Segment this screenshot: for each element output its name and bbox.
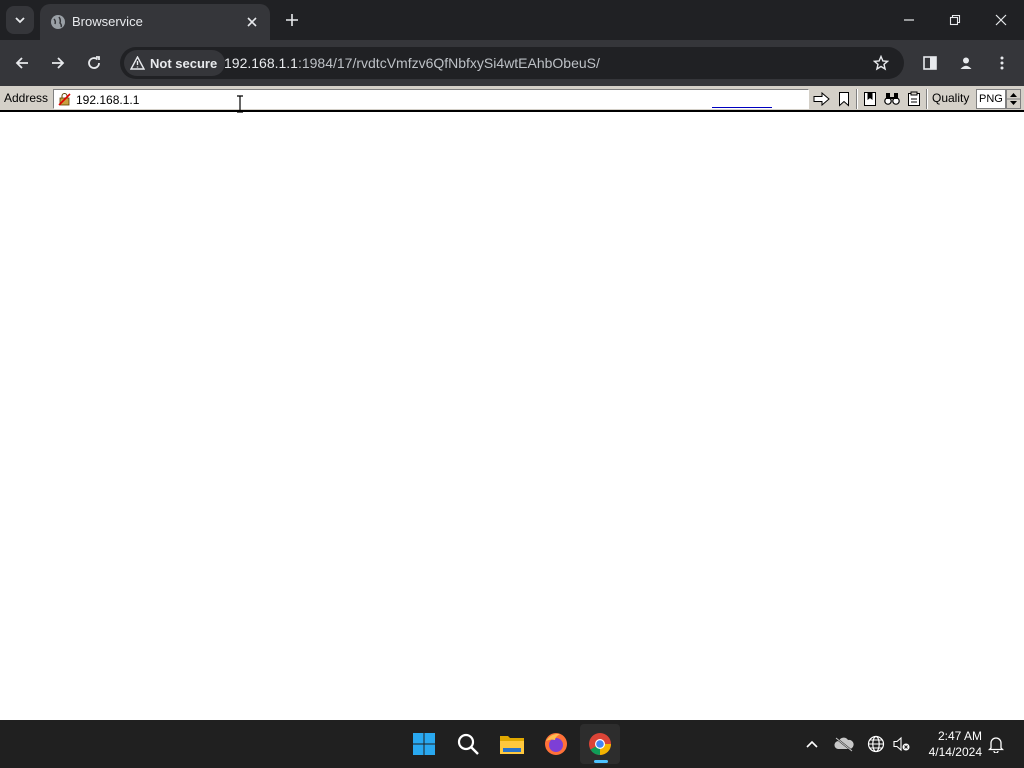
back-button[interactable] <box>8 49 36 77</box>
url-path: :1984/17/rvdtcVmfzv6QfNbfxySi4wtEAhbObeu… <box>297 55 600 71</box>
text-cursor-icon <box>237 95 243 113</box>
active-app-indicator <box>594 760 608 763</box>
security-label: Not secure <box>150 55 218 71</box>
arrow-right-icon <box>52 57 65 69</box>
warning-icon <box>130 56 145 70</box>
security-chip[interactable]: Not secure <box>124 50 226 76</box>
person-icon <box>960 57 972 69</box>
clipboard-button[interactable] <box>904 89 924 109</box>
clock-time: 2:47 AM <box>937 729 982 743</box>
firefox-button[interactable] <box>536 724 576 764</box>
tab-browservice[interactable]: Browservice <box>40 4 270 40</box>
windows-logo-icon <box>413 733 435 755</box>
volume-tray-icon[interactable] <box>892 734 912 754</box>
go-button[interactable] <box>812 89 832 109</box>
tab-title: Browservice <box>72 14 143 29</box>
url-text: 192.168.1.1:1984/17/rvdtcVmfzv6QfNbfxySi… <box>224 55 600 71</box>
close-icon <box>995 14 1007 26</box>
binoculars-icon <box>884 93 900 105</box>
profile-button[interactable] <box>952 49 980 77</box>
bell-icon <box>988 737 1004 753</box>
chevron-up-icon <box>806 740 818 748</box>
file-explorer-button[interactable] <box>492 724 532 764</box>
page-content[interactable] <box>0 114 1024 720</box>
chrome-button[interactable] <box>580 724 620 764</box>
quality-select[interactable]: PNG <box>976 89 1006 109</box>
clipboard-icon <box>908 91 920 106</box>
folder-icon <box>500 736 524 754</box>
close-window-button[interactable] <box>978 0 1024 40</box>
menu-button[interactable] <box>988 49 1016 77</box>
onedrive-tray-icon[interactable] <box>834 734 854 754</box>
insecure-icon <box>58 93 71 106</box>
tab-close-button[interactable] <box>242 12 262 32</box>
clock-date: 4/14/2024 <box>928 745 982 759</box>
close-icon <box>247 17 257 27</box>
globe-icon <box>51 15 65 29</box>
bookmark-icon <box>839 92 849 107</box>
browser-tab-strip: Browservice <box>0 0 1024 40</box>
search-icon <box>457 733 479 755</box>
quality-label: Quality <box>932 91 970 105</box>
bookmarks-icon <box>864 92 876 106</box>
star-icon <box>873 55 889 71</box>
side-panel-button[interactable] <box>916 49 944 77</box>
omnibox[interactable]: Not secure 192.168.1.1:1984/17/rvdtcVmfz… <box>120 47 904 79</box>
bookmarks-list-button[interactable] <box>860 89 880 109</box>
system-clock[interactable]: 2:47 AM 4/14/2024 <box>918 728 982 760</box>
search-button[interactable] <box>448 724 488 764</box>
toolbar-separator <box>856 89 858 109</box>
tab-search-button[interactable] <box>6 6 34 34</box>
address-label: Address <box>4 91 49 105</box>
restore-icon <box>949 14 961 26</box>
quality-spinner[interactable] <box>1006 89 1021 109</box>
minimize-icon <box>904 19 914 21</box>
chrome-icon <box>589 733 611 755</box>
side-panel-icon <box>923 56 937 70</box>
spinner-arrows-icon <box>1007 93 1020 105</box>
firefox-icon <box>545 733 567 755</box>
network-tray-icon[interactable] <box>866 734 886 754</box>
toolbar-separator <box>926 89 928 109</box>
url-host: 192.168.1.1 <box>224 55 298 71</box>
arrow-right-icon <box>813 92 830 106</box>
notifications-button[interactable] <box>986 734 1006 754</box>
bookmark-button[interactable] <box>834 89 854 109</box>
reload-button[interactable] <box>80 49 108 77</box>
forward-button[interactable] <box>44 49 72 77</box>
restore-button[interactable] <box>932 0 978 40</box>
reload-icon <box>88 56 100 69</box>
address-value: 192.168.1.1 <box>76 93 140 107</box>
find-button[interactable] <box>882 89 902 109</box>
speaker-muted-icon <box>893 736 910 752</box>
chevron-down-icon <box>15 17 25 24</box>
browser-toolbar: Not secure 192.168.1.1:1984/17/rvdtcVmfz… <box>0 40 1024 86</box>
browservice-address-input[interactable]: 192.168.1.1 <box>53 89 809 109</box>
plus-icon <box>286 14 298 26</box>
minimize-button[interactable] <box>886 0 932 40</box>
loading-progress-bar <box>712 107 772 108</box>
bookmark-star-button[interactable] <box>868 50 894 76</box>
new-tab-button[interactable] <box>280 8 304 32</box>
cloud-offline-icon <box>834 737 854 752</box>
show-hidden-icons-button[interactable] <box>802 734 822 754</box>
globe-icon <box>867 735 885 753</box>
arrow-left-icon <box>15 57 28 69</box>
start-button[interactable] <box>404 724 444 764</box>
more-vert-icon <box>1000 56 1004 70</box>
